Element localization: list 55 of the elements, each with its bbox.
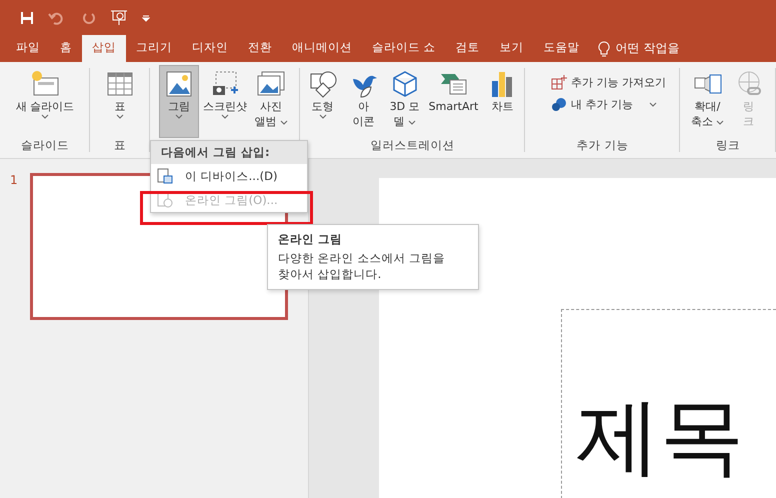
tell-me-field[interactable]: 어떤 작업을: [616, 40, 680, 57]
ribbon-button[interactable]: 그림: [159, 65, 199, 138]
online-picture-icon: [157, 192, 173, 208]
slide-number: 1: [10, 173, 18, 189]
ribbon-tab[interactable]: 보기: [490, 35, 534, 62]
addins-icon: [551, 96, 567, 112]
tooltip-text: 다양한 온라인 소스에서 그림을 찾아서 삽입합니다.: [278, 250, 446, 282]
ribbon-button[interactable]: 도형: [302, 65, 343, 138]
caret-icon: [41, 114, 49, 119]
store-icon: [551, 74, 567, 90]
ribbon-button[interactable]: 사진 앨범: [251, 65, 291, 138]
ribbon-button[interactable]: 확대/ 축소: [688, 65, 728, 138]
picture-icon: [164, 69, 194, 99]
lightbulb-icon: [598, 40, 610, 56]
group-label: 추가 기능: [576, 138, 628, 154]
caret-icon: [649, 102, 657, 106]
ribbon-tab[interactable]: 그리기: [126, 35, 182, 62]
caret-icon: [280, 120, 288, 125]
group-label: 일러스트레이션: [370, 138, 454, 154]
ribbon-button[interactable]: 새 슬라이드: [12, 65, 78, 138]
menu-item[interactable]: 이 디바이스...(D): [151, 164, 307, 188]
ribbon-button[interactable]: 표: [100, 65, 140, 138]
ribbon-tab[interactable]: 파일: [6, 35, 50, 62]
shapes-icon: [308, 69, 338, 99]
group-label: 표: [114, 138, 126, 154]
caret-icon: [116, 114, 124, 119]
slide-title: 제목: [576, 387, 744, 485]
presentation-icon[interactable]: [110, 10, 128, 26]
caret-icon: [221, 114, 229, 119]
ribbon-button[interactable]: SmartArt: [426, 65, 482, 138]
ribbon-tab[interactable]: 애니메이션: [282, 35, 362, 62]
ribbon-button[interactable]: 스크린샷: [200, 65, 250, 138]
ribbon-tab[interactable]: 도움말: [534, 35, 590, 62]
caret-icon: [175, 114, 183, 119]
caret-icon: [716, 120, 724, 125]
ribbon-tab[interactable]: 홈: [50, 35, 82, 62]
group-label: 링크: [716, 138, 740, 154]
ribbon-button[interactable]: 아 이콘: [344, 65, 384, 138]
title-placeholder[interactable]: 제목: [561, 309, 776, 498]
ribbon-button[interactable]: 3D 모 델: [384, 65, 425, 138]
ribbon-button[interactable]: 추가 기능 가져오기: [539, 74, 666, 90]
customize-icon[interactable]: [142, 14, 150, 22]
ribbon-tab[interactable]: 전환: [238, 35, 282, 62]
ribbon-tab[interactable]: 검토: [446, 35, 490, 62]
caret-icon: [318, 114, 327, 119]
device-picture-icon: [157, 168, 173, 184]
ribbon-tab[interactable]: 디자인: [182, 35, 238, 62]
tooltip-title: 온라인 그림: [278, 232, 344, 247]
ribbon-button[interactable]: 차트: [482, 65, 522, 138]
ribbon-tab[interactable]: 삽입: [82, 35, 126, 62]
menu-header: 다음에서 그림 삽입:: [151, 141, 307, 164]
caret-icon: [408, 120, 416, 125]
group-label: 슬라이드: [21, 138, 69, 154]
ribbon-tab[interactable]: 슬라이드 쇼: [362, 35, 446, 62]
ribbon-button[interactable]: 내 추가 기능: [539, 96, 657, 112]
